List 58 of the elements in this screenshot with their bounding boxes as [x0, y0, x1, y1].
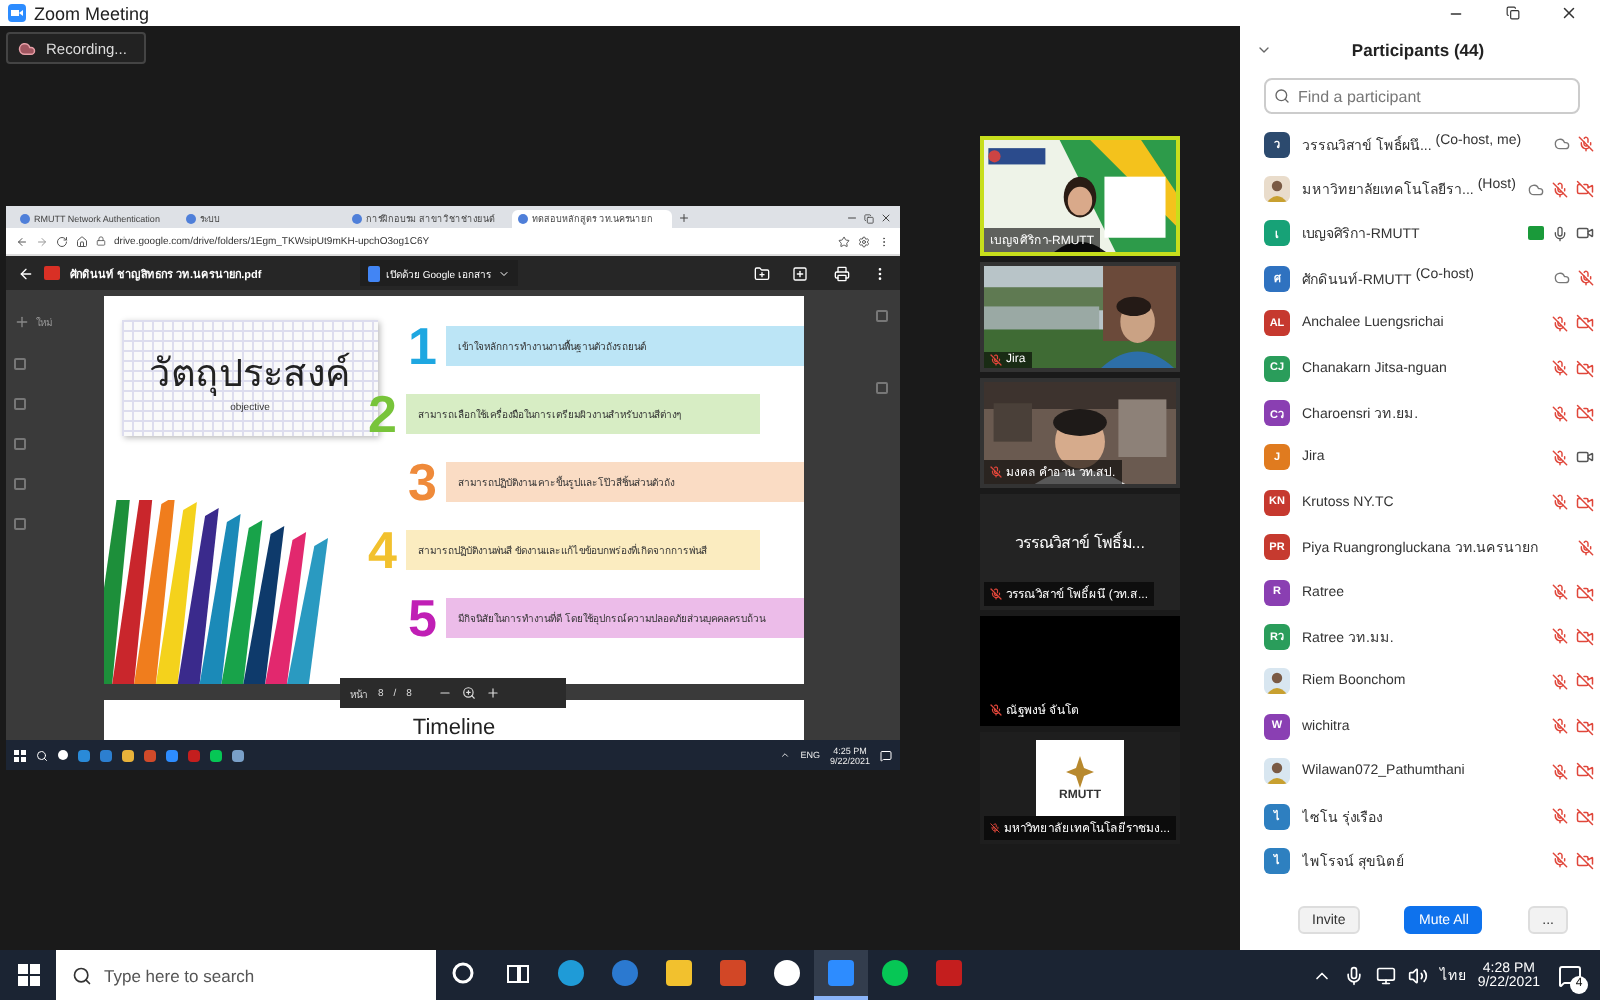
- task-view-icon: [505, 963, 529, 983]
- home-icon[interactable]: [76, 235, 88, 247]
- objective-number: 2: [368, 388, 399, 440]
- back-icon[interactable]: [18, 265, 34, 281]
- app-icon: [558, 960, 584, 986]
- window-title: Zoom Meeting: [34, 3, 150, 23]
- mic-icon[interactable]: [1343, 965, 1364, 985]
- document-icon: [368, 265, 380, 281]
- slide-title: วัตถุประสงค์: [149, 350, 351, 400]
- emblem-icon: [1066, 755, 1094, 787]
- pdf-icon: [44, 266, 60, 280]
- notification-icon[interactable]: [880, 749, 892, 761]
- app-icon: [720, 960, 746, 986]
- panel-title: Participants (44): [1349, 40, 1487, 60]
- network-icon[interactable]: [1375, 965, 1396, 985]
- site-icon: [186, 214, 196, 224]
- app-icon: [612, 960, 638, 986]
- restore-icon[interactable]: [864, 214, 874, 224]
- extension-icon[interactable]: [858, 235, 870, 247]
- search-field[interactable]: Type here to search: [56, 950, 436, 1000]
- close-icon: [1559, 4, 1577, 22]
- app-icon: [936, 960, 962, 986]
- app-icon: [666, 960, 692, 986]
- windows-icon[interactable]: [14, 749, 26, 761]
- participant-name: วรรณวิสาข์ โพธิ์ม...: [1015, 529, 1145, 555]
- zoom-in-icon[interactable]: [485, 686, 500, 700]
- plus-icon: [14, 314, 30, 330]
- collapse-icon[interactable]: [1256, 42, 1272, 58]
- restore-icon: [1505, 6, 1519, 20]
- objective-number: 5: [408, 592, 439, 644]
- print-icon[interactable]: [834, 265, 850, 281]
- caret-icon: [497, 267, 510, 279]
- search-field[interactable]: Find a participant: [1264, 78, 1580, 114]
- reload-icon[interactable]: [56, 235, 68, 247]
- add-icon[interactable]: [792, 265, 808, 281]
- site-icon: [352, 214, 362, 224]
- objective-number: 1: [408, 320, 439, 372]
- cloud-icon: [18, 39, 36, 57]
- app-icon: [828, 960, 854, 986]
- page-heading: Timeline: [412, 718, 496, 740]
- circle-icon[interactable]: [58, 750, 68, 760]
- app-icon: [882, 960, 908, 986]
- volume-icon[interactable]: [1407, 965, 1428, 985]
- windows-icon: [17, 964, 39, 986]
- search-icon[interactable]: [36, 749, 48, 761]
- objective-number: 4: [368, 524, 399, 576]
- chevron-icon[interactable]: [780, 750, 791, 760]
- zoom-out-icon[interactable]: [437, 686, 452, 700]
- zoom-icon[interactable]: [461, 686, 476, 700]
- site-icon: [20, 214, 30, 224]
- app-icon: [774, 960, 800, 986]
- folder-plus-icon[interactable]: [754, 265, 770, 281]
- objective-number: 3: [408, 456, 439, 508]
- new-tab-icon[interactable]: [678, 212, 690, 224]
- lock-icon: [96, 236, 106, 246]
- circle-icon: [452, 962, 474, 984]
- close-icon[interactable]: [880, 212, 892, 224]
- site-icon: [518, 214, 528, 224]
